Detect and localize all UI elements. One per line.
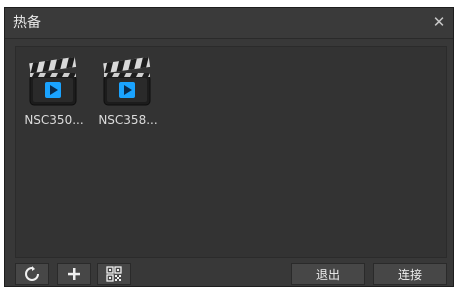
connect-button-label: 连接 [397,267,422,282]
connect-button[interactable]: 连接 [373,263,447,285]
qr-code-button[interactable] [97,263,131,285]
exit-button[interactable]: 退出 [291,263,365,285]
plus-icon [68,268,80,280]
video-clapper-icon [29,56,77,106]
close-icon[interactable]: ✕ [431,14,447,30]
file-item[interactable]: NSC350... [18,53,88,133]
file-name: NSC350... [24,113,84,127]
hot-standby-dialog: 热备 ✕ NSC350... NSC358... 退出 连接 [4,7,454,287]
file-list-area: NSC350... NSC358... [15,46,447,258]
refresh-icon [25,266,39,281]
title-bar[interactable]: 热备 ✕ [5,8,453,39]
dialog-title: 热备 [13,15,41,31]
exit-button-label: 退出 [315,267,340,282]
refresh-button[interactable] [15,263,49,285]
file-name: NSC358... [98,113,158,127]
file-item[interactable]: NSC358... [92,53,162,133]
add-button[interactable] [57,263,91,285]
qr-code-icon [106,266,122,282]
video-clapper-icon [103,56,151,106]
